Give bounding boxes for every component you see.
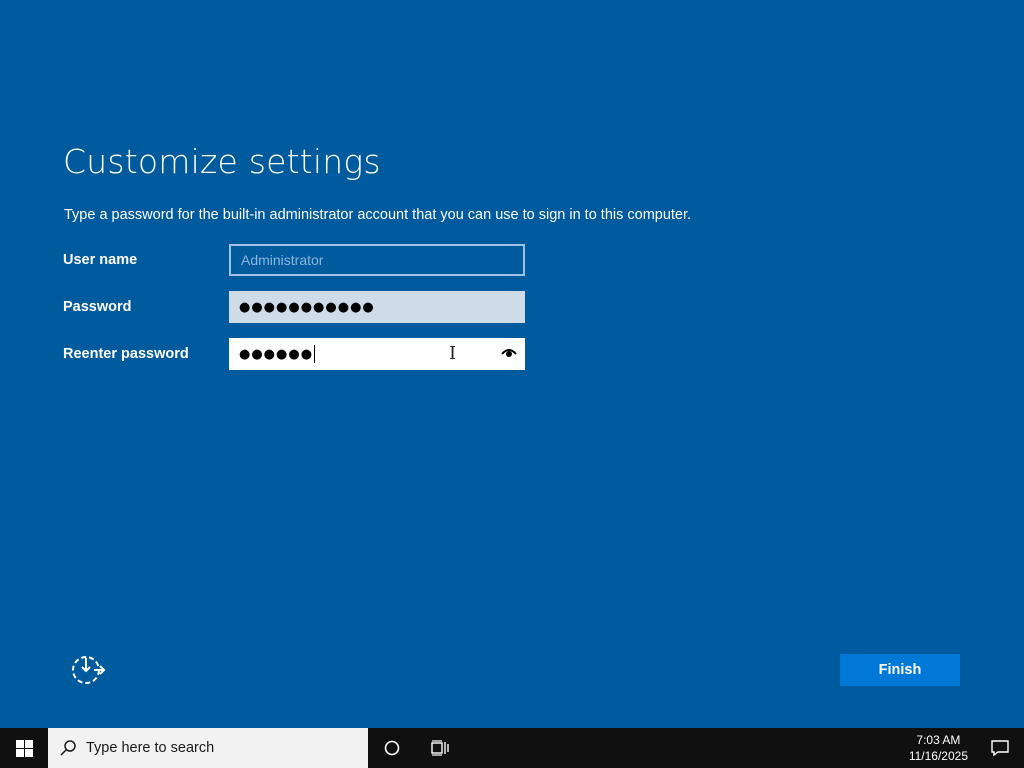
cortana-circle-icon	[384, 740, 400, 756]
username-placeholder: Administrator	[241, 252, 324, 268]
username-field[interactable]: Administrator	[229, 244, 525, 276]
password-label: Password	[63, 299, 132, 315]
taskbar-clock[interactable]: 7:03 AM 11/16/2025	[909, 732, 968, 764]
taskbar-search-box[interactable]: Type here to search	[48, 728, 368, 768]
action-center-icon	[991, 740, 1009, 757]
oobe-screen: Customize settings Type a password for t…	[0, 0, 1024, 728]
task-view-button[interactable]	[416, 728, 464, 768]
search-icon	[60, 740, 76, 756]
ease-of-access-icon[interactable]	[70, 654, 106, 686]
clock-date: 11/16/2025	[908, 749, 968, 763]
ibeam-cursor-icon: I	[449, 343, 458, 364]
finish-button[interactable]: Finish	[840, 654, 960, 686]
reenter-password-label: Reenter password	[63, 346, 189, 362]
username-label: User name	[63, 252, 138, 268]
password-field[interactable]: ●●●●●●●●●●●	[229, 291, 525, 323]
start-button[interactable]	[0, 728, 48, 768]
text-caret	[314, 345, 316, 363]
taskbar: Type here to search 7:03 AM 11/16/2025	[0, 728, 1024, 768]
reenter-password-value: ●●●●●●	[239, 346, 314, 362]
eye-icon[interactable]	[501, 347, 517, 359]
clock-time: 7:03 AM	[916, 733, 961, 747]
cortana-button[interactable]	[368, 728, 416, 768]
password-value: ●●●●●●●●●●●	[239, 299, 375, 315]
search-placeholder: Type here to search	[86, 740, 215, 756]
action-center-button[interactable]	[976, 728, 1024, 768]
page-description: Type a password for the built-in adminis…	[64, 207, 692, 223]
task-view-icon	[431, 740, 449, 756]
windows-logo-icon	[15, 739, 33, 757]
reenter-password-field[interactable]: ●●●●●● I	[229, 338, 525, 370]
page-title: Customize settings	[63, 142, 381, 181]
